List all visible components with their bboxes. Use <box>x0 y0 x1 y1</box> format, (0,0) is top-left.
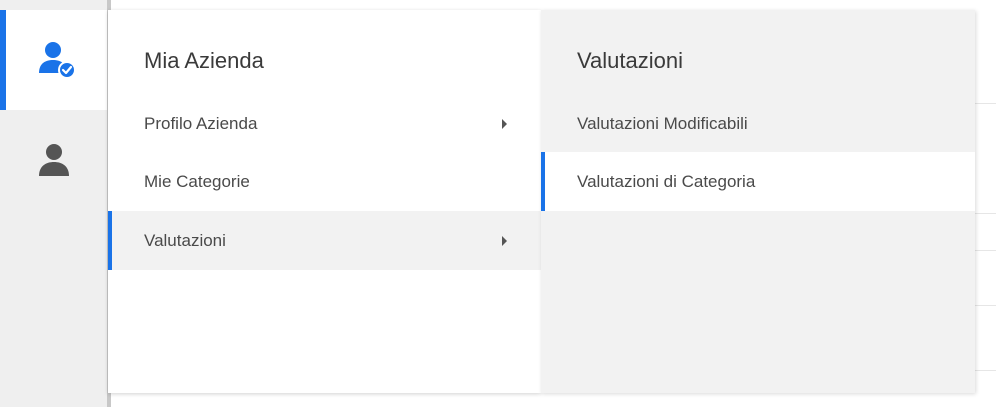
background-content <box>975 0 996 407</box>
menu-item-valutazioni[interactable]: Valutazioni <box>108 211 541 270</box>
background-row-divider <box>975 250 996 251</box>
menu-panel-mia-azienda: Mia Azienda Profilo Azienda Mie Categori… <box>108 10 541 393</box>
caret-right-icon <box>502 235 507 246</box>
menu-item-label: Valutazioni di Categoria <box>577 171 756 191</box>
background-row-divider <box>975 213 996 214</box>
menu-item-label: Profilo Azienda <box>144 113 258 133</box>
menu-item-label: Valutazioni Modificabili <box>577 113 748 133</box>
background-row-divider <box>975 305 996 306</box>
rail-item-account[interactable] <box>0 10 107 110</box>
rail-item-user[interactable] <box>0 110 107 210</box>
menu-item-label: Valutazioni <box>144 230 226 250</box>
user-check-icon <box>36 39 78 81</box>
menu-item-profilo-azienda[interactable]: Profilo Azienda <box>108 94 541 153</box>
menu-panel-valutazioni: Valutazioni Valutazioni Modificabili Val… <box>541 10 975 393</box>
menu-panel-title: Mia Azienda <box>144 48 264 73</box>
menu-item-mie-categorie[interactable]: Mie Categorie <box>108 152 541 211</box>
menu-panel-title: Valutazioni <box>577 48 683 73</box>
menu-item-valutazioni-modificabili[interactable]: Valutazioni Modificabili <box>541 94 975 153</box>
caret-right-icon <box>502 118 507 129</box>
user-icon <box>35 141 73 179</box>
background-row-divider <box>975 370 996 371</box>
background-row-divider <box>975 103 996 104</box>
menu-item-label: Mie Categorie <box>144 171 250 191</box>
menu-item-valutazioni-di-categoria[interactable]: Valutazioni di Categoria <box>541 152 975 211</box>
